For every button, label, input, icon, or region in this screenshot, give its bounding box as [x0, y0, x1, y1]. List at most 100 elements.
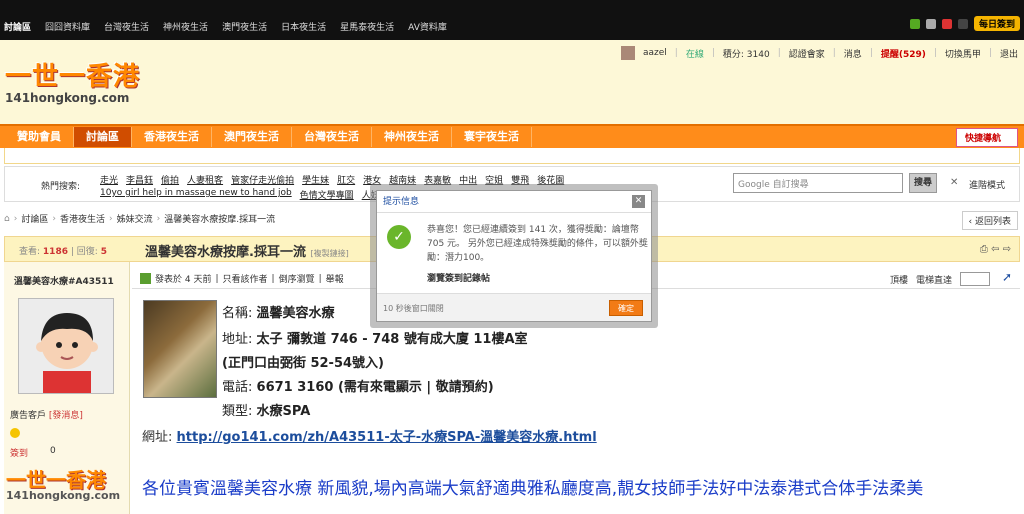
- hot-link[interactable]: 李昌鈺: [126, 173, 153, 186]
- go-arrow-icon[interactable]: ➚: [1002, 270, 1012, 284]
- hot-link[interactable]: 走光: [100, 173, 118, 186]
- main-nav-item-active[interactable]: 討論區: [74, 127, 132, 147]
- send-message-link[interactable]: [發消息]: [49, 411, 83, 421]
- breadcrumb-item[interactable]: 香港夜生活: [60, 212, 105, 225]
- top-nav-item[interactable]: 澳門夜生活: [222, 20, 267, 33]
- top-bar: 討論區 囧囧資料庫 台灣夜生活 神州夜生活 澳門夜生活 日本夜生活 星馬泰夜生活…: [0, 0, 1024, 40]
- search-button[interactable]: 搜尋: [909, 173, 937, 193]
- footer-logo: 一世一香港 141hongkong.com: [6, 470, 120, 501]
- verify-link[interactable]: 認證會家: [789, 47, 825, 60]
- hot-link[interactable]: 10yo girl help in massage new to hand jo…: [100, 188, 292, 201]
- breadcrumb-item[interactable]: 姊妹交流: [117, 212, 153, 225]
- only-author-link[interactable]: 只看該作者: [223, 272, 268, 285]
- copy-link[interactable]: [複製鏈接]: [310, 249, 348, 258]
- thread-tools: ⎙ ⇦ ⇨: [980, 244, 1011, 255]
- report-link[interactable]: 舉報: [326, 272, 344, 285]
- close-icon[interactable]: ✕: [950, 177, 958, 188]
- checkin-popup: 提示信息 ✕ ✓ 恭喜您！您已經連續簽到 141 次，獲得獎勵：論壇幣 705 …: [370, 184, 658, 328]
- site-logo[interactable]: 一世一香港 141hongkong.com: [5, 64, 140, 104]
- top-nav-item[interactable]: 台灣夜生活: [104, 20, 149, 33]
- post-nav: 頂樓 電梯直達: [890, 272, 990, 286]
- hot-link[interactable]: 色情文學專圖: [300, 188, 354, 201]
- main-nav-item[interactable]: 寰宇夜生活: [452, 127, 532, 147]
- search-input[interactable]: Google 自訂搜尋: [733, 173, 903, 193]
- reverse-order-link[interactable]: 倒序瀏覽: [279, 272, 315, 285]
- info-name: 名稱: 溫馨美容水療: [222, 306, 335, 321]
- username-link[interactable]: aazel: [643, 48, 667, 58]
- thread-title-text: 溫馨美容水療按摩.採耳一流: [145, 245, 306, 260]
- back-to-list-button[interactable]: ‹ 返回列表: [961, 211, 1018, 230]
- info-address: 地址: 太子 彌敦道 746 - 748 號有成大廈 11樓A室: [222, 332, 528, 347]
- top-icons: 每日簽到: [909, 16, 1020, 31]
- reminders-link[interactable]: 提醒(529): [881, 47, 926, 60]
- online-status[interactable]: 在線: [686, 47, 704, 60]
- top-nav-item[interactable]: 日本夜生活: [281, 20, 326, 33]
- switch-account-link[interactable]: 切換馬甲: [945, 47, 981, 60]
- main-nav-item[interactable]: 香港夜生活: [132, 127, 212, 147]
- shop-photo[interactable]: [143, 300, 217, 398]
- main-nav-item[interactable]: 澳門夜生活: [212, 127, 292, 147]
- hot-link[interactable]: 管家仔走光偷拍: [231, 173, 294, 186]
- flag-icon[interactable]: [941, 18, 952, 29]
- grid-icon[interactable]: [925, 18, 936, 29]
- floor-input[interactable]: [960, 272, 990, 286]
- points-link[interactable]: 積分: 3140: [723, 47, 770, 60]
- replies-count: 5: [100, 247, 107, 257]
- apps-icon[interactable]: [909, 18, 920, 29]
- checkin-label: 簽到: [10, 449, 29, 459]
- logo-domain: 141hongkong.com: [5, 91, 130, 105]
- main-nav-item[interactable]: 贊助會員: [5, 127, 74, 147]
- sub-nav-bar: [4, 148, 1020, 164]
- messages-link[interactable]: 消息: [844, 47, 862, 60]
- close-icon[interactable]: ✕: [632, 195, 645, 208]
- main-nav-item[interactable]: 神州夜生活: [372, 127, 452, 147]
- user-bar: aazel | 在線 | 積分: 3140 | 認證會家 | 消息 | 提醒(5…: [620, 46, 1018, 60]
- popup-title: 提示信息: [377, 191, 651, 213]
- menu-icon[interactable]: [957, 18, 968, 29]
- thread-title: 溫馨美容水療按摩.採耳一流 [複製鏈接]: [145, 241, 349, 260]
- author-name[interactable]: 溫馨美容水療#A43511: [14, 274, 114, 287]
- checkin-record-link[interactable]: 瀏覽簽到記錄帖: [427, 271, 490, 284]
- logo-text: 一世一香港: [5, 62, 141, 92]
- top-nav-item[interactable]: 討論區: [4, 20, 31, 33]
- top-nav-item[interactable]: 神州夜生活: [163, 20, 208, 33]
- author-group-text: 廣告客戶: [10, 411, 47, 421]
- info-type: 類型: 水療SPA: [222, 404, 311, 419]
- replies-label: 回復:: [76, 247, 98, 257]
- back-label: 返回列表: [974, 217, 1011, 227]
- emotion-icon: [10, 428, 20, 438]
- popup-message: 恭喜您！您已經連續簽到 141 次，獲得獎勵：論壇幣 705 元。 另外您已經達…: [427, 225, 648, 263]
- main-nav-item[interactable]: 台灣夜生活: [292, 127, 372, 147]
- hot-link[interactable]: 肛交: [337, 173, 355, 186]
- daily-checkin-button[interactable]: 每日簽到: [973, 16, 1020, 31]
- checkin-value: 0: [50, 446, 56, 456]
- views-label: 查看:: [19, 247, 41, 257]
- next-thread-icon[interactable]: ⇨: [1003, 244, 1011, 255]
- goto-floor-label: 電梯直達: [915, 275, 952, 286]
- top-nav-item[interactable]: 囧囧資料庫: [45, 20, 90, 33]
- views-count: 1186: [42, 247, 68, 257]
- top-nav-item[interactable]: AV資料庫: [408, 20, 447, 33]
- hot-link[interactable]: 偷拍: [161, 173, 179, 186]
- home-icon[interactable]: ⌂: [4, 214, 10, 224]
- top-nav: 討論區 囧囧資料庫 台灣夜生活 神州夜生活 澳門夜生活 日本夜生活 星馬泰夜生活…: [0, 20, 447, 33]
- cartoon-avatar-icon: [19, 299, 113, 393]
- prev-thread-icon[interactable]: ⇦: [991, 244, 999, 255]
- top-nav-item[interactable]: 星馬泰夜生活: [340, 20, 394, 33]
- shop-url-link[interactable]: http://go141.com/zh/A43511-太子-水療SPA-溫馨美容…: [177, 430, 597, 445]
- print-icon[interactable]: ⎙: [980, 244, 988, 255]
- info-url: 網址: http://go141.com/zh/A43511-太子-水療SPA-…: [142, 430, 597, 445]
- hot-link[interactable]: 人妻租客: [187, 173, 223, 186]
- logout-link[interactable]: 退出: [1000, 47, 1018, 60]
- main-nav: 贊助會員 討論區 香港夜生活 澳門夜生活 台灣夜生活 神州夜生活 寰宇夜生活 快…: [0, 124, 1024, 148]
- quick-nav-button[interactable]: 快捷導航: [955, 128, 1018, 147]
- breadcrumb-item[interactable]: 討論區: [21, 212, 48, 225]
- post-time: 發表於 4 天前: [155, 275, 212, 285]
- breadcrumb-item[interactable]: 溫馨美容水療按摩.採耳一流: [164, 212, 275, 225]
- ok-button[interactable]: 確定: [609, 300, 643, 316]
- author-avatar[interactable]: [18, 298, 114, 394]
- post-headline: 各位貴賓溫馨美容水療 新風貌,場內高端大氣舒適典雅私廳度高,靚女技師手法好中法泰…: [142, 479, 924, 499]
- user-avatar[interactable]: [620, 46, 635, 60]
- advanced-search-link[interactable]: 進階模式: [969, 178, 1005, 191]
- hot-link[interactable]: 學生妹: [302, 173, 329, 186]
